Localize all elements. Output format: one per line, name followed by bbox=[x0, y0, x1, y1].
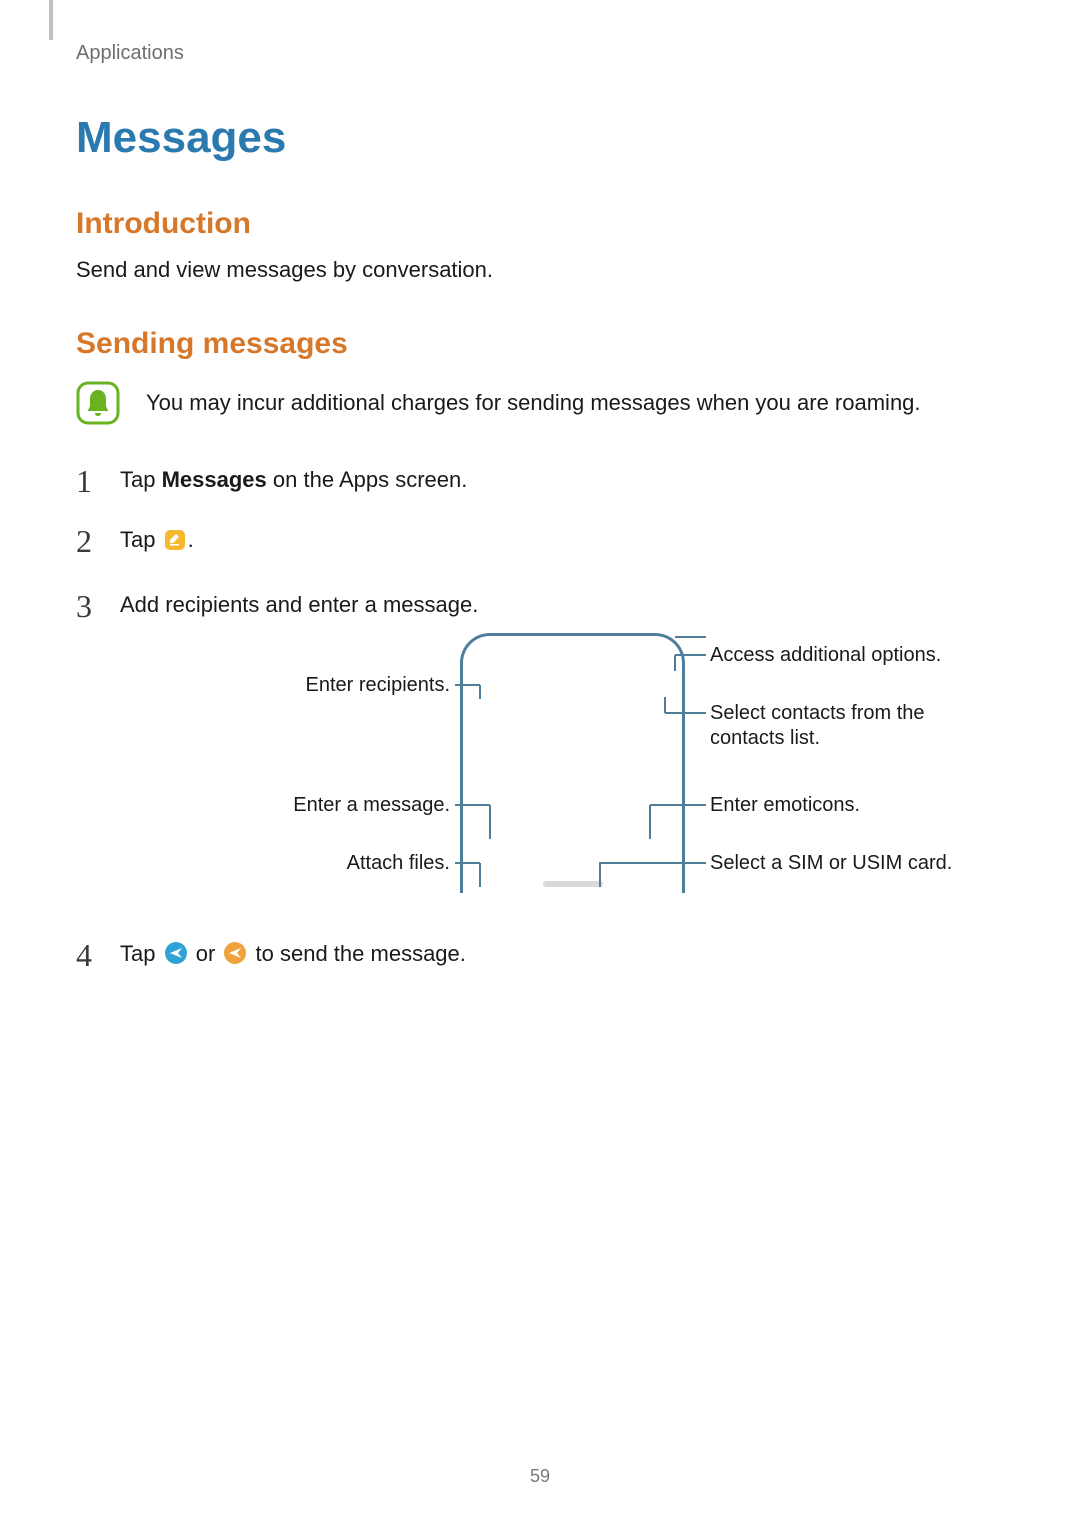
step-4: Tap or to send the message. bbox=[76, 939, 1004, 974]
step-1: Tap Messages on the Apps screen. bbox=[76, 465, 1004, 496]
section-heading-introduction: Introduction bbox=[76, 207, 1004, 241]
note-text: You may incur additional charges for sen… bbox=[146, 388, 921, 418]
step-3: Add recipients and enter a message. Ente… bbox=[76, 590, 1004, 909]
step-4-mid: or bbox=[196, 941, 222, 966]
breadcrumb: Applications bbox=[76, 42, 1004, 65]
section-heading-sending: Sending messages bbox=[76, 327, 1004, 361]
step-3-text: Add recipients and enter a message. bbox=[120, 592, 478, 617]
page-number: 59 bbox=[0, 1466, 1080, 1487]
send-blue-icon bbox=[164, 941, 188, 974]
step-1-bold: Messages bbox=[162, 467, 267, 492]
bell-icon bbox=[76, 381, 120, 425]
step-2: Tap . bbox=[76, 525, 1004, 560]
page-content: Applications Messages Introduction Send … bbox=[0, 0, 1080, 974]
intro-body: Send and view messages by conversation. bbox=[76, 255, 1004, 285]
step-4-post: to send the message. bbox=[256, 941, 466, 966]
send-orange-icon bbox=[223, 941, 247, 974]
step-2-pre: Tap bbox=[120, 527, 162, 552]
callout-lines bbox=[180, 629, 980, 909]
step-1-pre: Tap bbox=[120, 467, 162, 492]
compose-icon bbox=[164, 529, 186, 560]
compose-diagram: Enter recipients. Enter a message. Attac… bbox=[180, 629, 980, 909]
step-2-post: . bbox=[188, 527, 194, 552]
page-title: Messages bbox=[76, 113, 1004, 163]
steps-list: Tap Messages on the Apps screen. Tap . A… bbox=[76, 465, 1004, 974]
step-1-post: on the Apps screen. bbox=[267, 467, 468, 492]
margin-tick bbox=[49, 0, 53, 40]
step-4-pre: Tap bbox=[120, 941, 162, 966]
roaming-note: You may incur additional charges for sen… bbox=[76, 381, 1004, 425]
